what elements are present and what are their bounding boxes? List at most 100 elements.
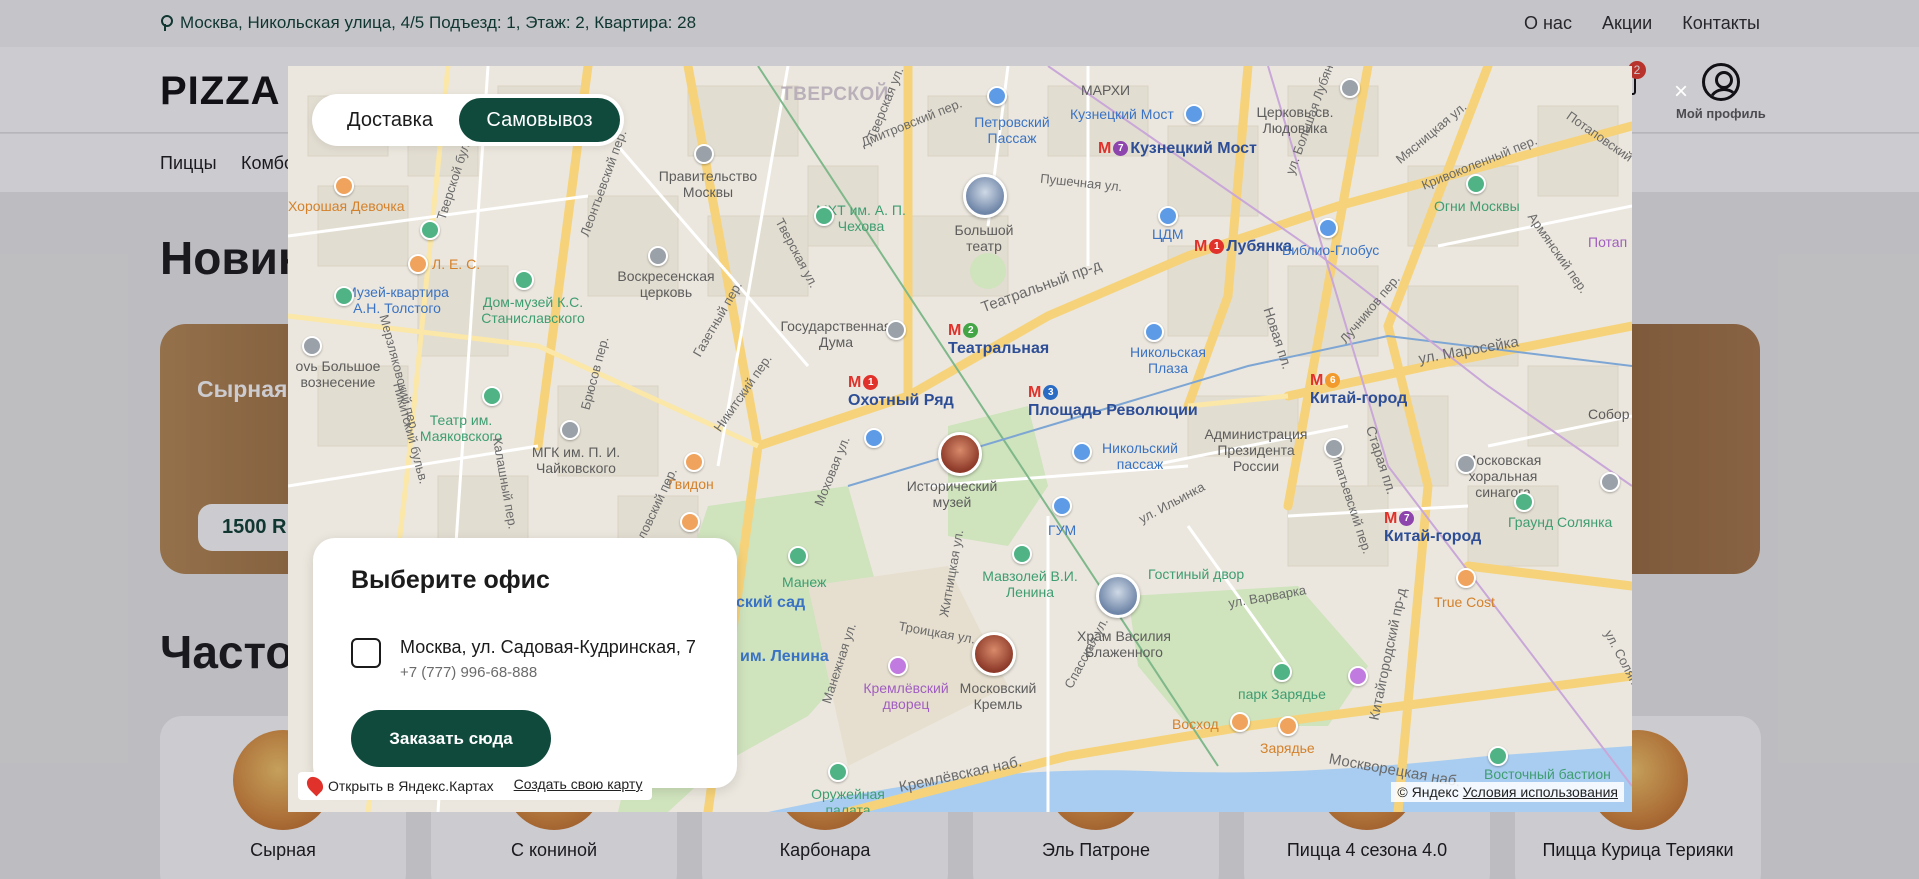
- metro-station: М 3 Площадь Революции: [1028, 384, 1198, 419]
- poi-marker-icon[interactable]: [1600, 472, 1620, 492]
- map-label: Московский Кремль: [959, 680, 1037, 713]
- poi-marker-icon[interactable]: [694, 144, 714, 164]
- poi-marker-icon[interactable]: [334, 176, 354, 196]
- poi-marker-icon[interactable]: [1488, 746, 1508, 766]
- landmark-photo-icon[interactable]: [1096, 574, 1140, 618]
- map-label: Граунд Солянка: [1508, 514, 1613, 530]
- poi-marker-icon[interactable]: [814, 206, 834, 226]
- poi-marker-icon[interactable]: [1514, 492, 1534, 512]
- map-label: Манеж: [782, 574, 827, 590]
- poi-marker-icon[interactable]: [1184, 104, 1204, 124]
- poi-marker-icon[interactable]: [1340, 78, 1360, 98]
- map-label: True Cost: [1434, 594, 1495, 610]
- tab-delivery[interactable]: Доставка: [316, 98, 464, 142]
- poi-marker-icon[interactable]: [420, 220, 440, 240]
- poi-marker-icon[interactable]: [648, 246, 668, 266]
- close-icon[interactable]: ×: [1659, 71, 1703, 115]
- metro-station: М 2 Театральная: [948, 322, 1050, 357]
- landmark-photo-icon[interactable]: [972, 632, 1016, 676]
- poi-marker-icon[interactable]: [302, 336, 322, 356]
- poi-marker-icon[interactable]: [334, 286, 354, 306]
- poi-marker-icon[interactable]: [1144, 322, 1164, 342]
- poi-marker-icon[interactable]: [408, 254, 428, 274]
- metro-station: им. Ленина: [740, 648, 829, 665]
- map-label: Восточный бастион: [1484, 766, 1611, 782]
- metro-station: М 6 Китай-город: [1310, 372, 1408, 407]
- poi-marker-icon[interactable]: [1230, 712, 1250, 732]
- map-label: Потап: [1588, 234, 1628, 250]
- map-label: Оружейная палата: [811, 786, 885, 812]
- map-label: ovь Большое вознесение: [295, 358, 381, 391]
- poi-marker-icon[interactable]: [482, 386, 502, 406]
- map-label: Государственная Дума: [780, 318, 892, 351]
- map-label: ский сад: [736, 594, 806, 611]
- map-label: Воскресенская церковь: [617, 268, 715, 301]
- map-copyright: © Яндекс Условия использования: [1391, 782, 1624, 802]
- poi-marker-icon[interactable]: [1456, 568, 1476, 588]
- poi-marker-icon[interactable]: [1466, 174, 1486, 194]
- poi-marker-icon[interactable]: [1012, 544, 1032, 564]
- landmark-photo-icon[interactable]: [963, 174, 1007, 218]
- terms-link[interactable]: Условия использования: [1463, 784, 1618, 800]
- poi-marker-icon[interactable]: [1158, 206, 1178, 226]
- poi-marker-icon[interactable]: [560, 420, 580, 440]
- map-label: Восход: [1172, 716, 1219, 732]
- poi-marker-icon[interactable]: [864, 428, 884, 448]
- tab-pickup[interactable]: Самовывоз: [459, 98, 620, 142]
- office-phone: +7 (777) 996-68-888: [400, 664, 538, 681]
- poi-marker-icon[interactable]: [1324, 438, 1344, 458]
- map-label: ГУМ: [1048, 522, 1077, 538]
- map-label: МАРХИ: [1081, 82, 1131, 98]
- map-label: Кремлёвский дворец: [863, 680, 949, 713]
- office-panel-title: Выберите офис: [351, 566, 550, 594]
- order-here-button[interactable]: Заказать сюда: [351, 710, 551, 767]
- map-label: Церковь св. Людовика: [1256, 104, 1334, 137]
- map-label: Дом-музей К.С. Станиславского: [481, 294, 585, 327]
- open-in-yandex-link[interactable]: Открыть в Яндекс.Картах: [303, 773, 494, 797]
- map-label: Мавзолей В.И. Ленина: [982, 568, 1078, 601]
- poi-marker-icon[interactable]: [680, 512, 700, 532]
- metro-station: М 1 Охотный Ряд: [848, 374, 954, 409]
- map-label: Л. Е. С.: [432, 256, 481, 272]
- metro-station: М 7 Кузнецкий Мост: [1098, 140, 1257, 157]
- poi-marker-icon[interactable]: [1348, 666, 1368, 686]
- map-label: Собор: [1588, 406, 1630, 422]
- office-checkbox[interactable]: [351, 638, 381, 668]
- delivery-mode-toggle: Доставка Самовывоз: [312, 94, 624, 146]
- map-label-district: ТВЕРСКОЙ: [781, 84, 889, 105]
- poi-marker-icon[interactable]: [514, 270, 534, 290]
- map-label: Никольский пассаж: [1102, 440, 1178, 473]
- poi-marker-icon[interactable]: [1272, 662, 1292, 682]
- poi-marker-icon[interactable]: [1456, 454, 1476, 474]
- map-label: Гостиный двор: [1148, 566, 1245, 582]
- office-address[interactable]: Москва, ул. Садовая-Кудринская, 7: [400, 637, 696, 658]
- map-pin-icon: [303, 773, 327, 797]
- landmark-photo-icon[interactable]: [938, 432, 982, 476]
- poi-marker-icon[interactable]: [828, 762, 848, 782]
- map-label: Огни Москвы: [1434, 198, 1520, 214]
- map-modal[interactable]: ТВЕРСКОЙ МАРХИ Церковь св. Людовика Петр…: [288, 66, 1632, 812]
- map-label: Правительство Москвы: [658, 168, 758, 201]
- poi-marker-icon[interactable]: [1052, 496, 1072, 516]
- map-label: Большой театр: [954, 222, 1014, 255]
- metro-station: М 1 Лубянка: [1194, 238, 1293, 255]
- map-label: Библио-Глобус: [1282, 242, 1380, 258]
- map-label: Зарядье: [1260, 740, 1315, 756]
- poi-marker-icon[interactable]: [886, 320, 906, 340]
- poi-marker-icon[interactable]: [1318, 218, 1338, 238]
- map-label: Хорошая Девочка: [288, 198, 405, 214]
- metro-station: М 7 Китай-город: [1384, 510, 1482, 545]
- map-label: Петровский Пассаж: [974, 114, 1050, 147]
- create-map-link[interactable]: Создать свою карту: [514, 776, 643, 792]
- poi-marker-icon[interactable]: [987, 86, 1007, 106]
- map-label: Никольская Плаза: [1130, 344, 1206, 377]
- map-label: Исторический музей: [906, 478, 998, 511]
- map-label: ЦДМ: [1152, 226, 1184, 242]
- map-label: парк Зарядье: [1238, 686, 1326, 702]
- poi-marker-icon[interactable]: [788, 546, 808, 566]
- poi-marker-icon[interactable]: [1072, 442, 1092, 462]
- poi-marker-icon[interactable]: [1278, 716, 1298, 736]
- poi-marker-icon[interactable]: [888, 656, 908, 676]
- poi-marker-icon[interactable]: [684, 452, 704, 472]
- yandex-links: Открыть в Яндекс.Картах Создать свою кар…: [298, 772, 653, 800]
